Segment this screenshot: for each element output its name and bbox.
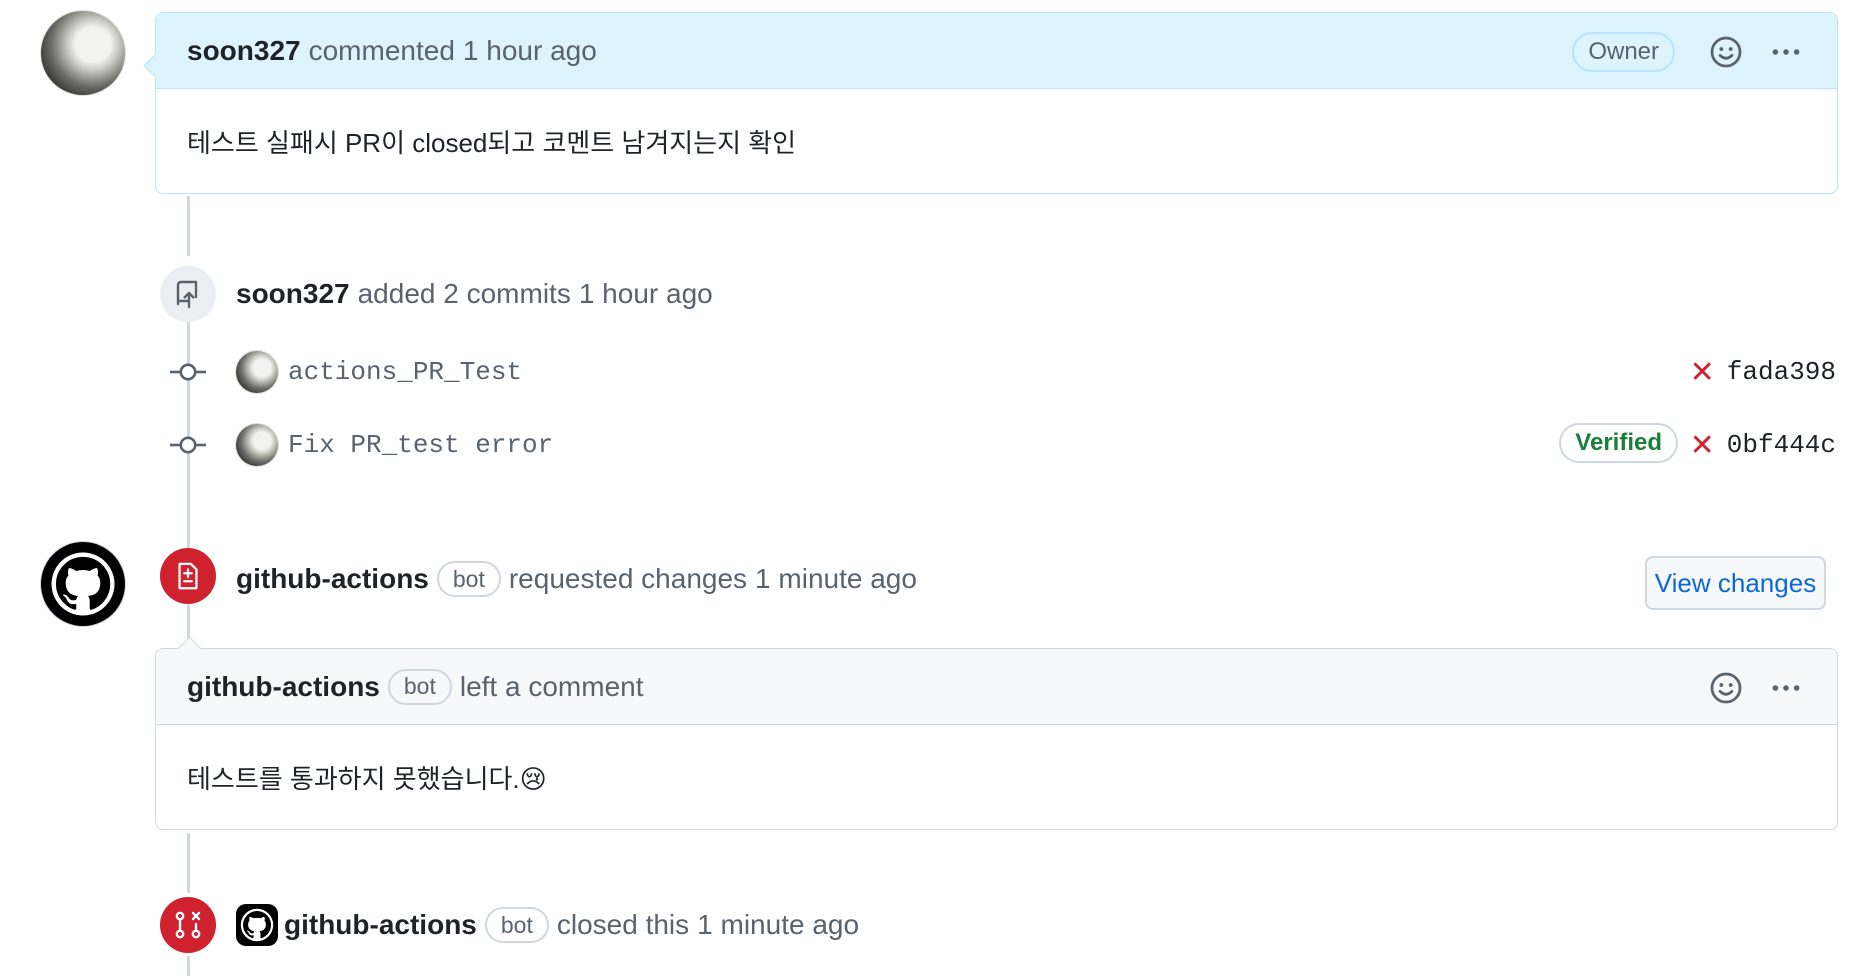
git-commit-icon — [170, 436, 206, 454]
github-mark-icon — [51, 552, 115, 616]
comment-header: soon327 commented 1 hour ago Owner — [156, 13, 1837, 89]
commit-message[interactable]: actions_PR_Test — [288, 357, 522, 387]
commit-row: actions_PR_Test ✕ fada398 — [170, 347, 1836, 397]
review-author[interactable]: github-actions — [236, 563, 429, 595]
closed-action: closed this — [556, 909, 690, 940]
verified-badge[interactable]: Verified — [1559, 423, 1678, 463]
github-mark-icon — [240, 908, 274, 942]
x-icon[interactable]: ✕ — [1690, 428, 1715, 463]
avatar-soon327[interactable] — [41, 11, 125, 95]
timeline-line — [187, 833, 190, 893]
closed-time[interactable]: 1 minute ago — [697, 909, 859, 941]
smiley-icon[interactable] — [1709, 35, 1743, 69]
kebab-horizontal-icon[interactable] — [1769, 671, 1803, 705]
comment-header: github-actions bot left a comment — [156, 649, 1837, 725]
commit-avatar[interactable] — [236, 424, 278, 466]
smiley-icon[interactable] — [1709, 671, 1743, 705]
git-commit-icon — [170, 363, 206, 381]
push-event-badge — [160, 266, 216, 322]
push-action: added 2 commits — [357, 278, 571, 309]
bot-label: bot — [436, 561, 501, 597]
repo-push-icon — [176, 280, 198, 309]
push-event-text: soon327 added 2 commits 1 hour ago — [236, 272, 713, 316]
commit-sha[interactable]: fada398 — [1727, 357, 1836, 387]
owner-badge: Owner — [1572, 32, 1675, 72]
comment-author[interactable]: github-actions — [187, 671, 380, 703]
comment-time[interactable]: 1 hour ago — [463, 35, 597, 67]
review-comment: github-actions bot left a comment 테스트를 통… — [155, 636, 1838, 830]
review-event-text: github-actions bot requested changes 1 m… — [236, 557, 917, 601]
closed-event-text: github-actions bot closed this 1 minute … — [236, 903, 859, 947]
bot-label: bot — [484, 907, 549, 943]
comment-action: commented — [308, 34, 455, 66]
closed-event-badge — [160, 897, 216, 953]
bot-label: bot — [387, 668, 452, 705]
view-changes-button[interactable]: View changes — [1645, 556, 1826, 610]
review-time[interactable]: 1 minute ago — [755, 563, 917, 595]
push-time[interactable]: 1 hour ago — [579, 278, 713, 310]
push-author[interactable]: soon327 — [236, 278, 350, 310]
closed-author[interactable]: github-actions — [284, 909, 477, 941]
timeline-line — [187, 196, 190, 256]
git-pull-request-closed-icon — [175, 911, 201, 939]
comment-body: 테스트를 통과하지 못했습니다.😢 — [187, 763, 547, 794]
x-icon[interactable]: ✕ — [1690, 355, 1715, 390]
review-event-badge — [160, 548, 216, 604]
comment-action: left a comment — [459, 670, 644, 702]
commit-sha[interactable]: 0bf444c — [1727, 430, 1836, 460]
commit-message[interactable]: Fix PR_test error — [288, 430, 553, 460]
comment-author[interactable]: soon327 — [187, 35, 301, 67]
kebab-horizontal-icon[interactable] — [1769, 35, 1803, 69]
github-actions-avatar[interactable] — [236, 904, 278, 946]
review-action: requested changes — [508, 563, 748, 594]
commit-row: Fix PR_test error Verified ✕ 0bf444c — [170, 420, 1836, 470]
file-diff-icon — [178, 562, 198, 590]
timeline-line — [187, 956, 190, 976]
commit-avatar[interactable] — [236, 351, 278, 393]
github-actions-avatar[interactable] — [41, 542, 125, 626]
owner-comment: soon327 commented 1 hour ago Owner 테스트 실… — [143, 12, 1838, 194]
comment-body: 테스트 실패시 PR이 closed되고 코멘트 남겨지는지 확인 — [187, 127, 797, 158]
